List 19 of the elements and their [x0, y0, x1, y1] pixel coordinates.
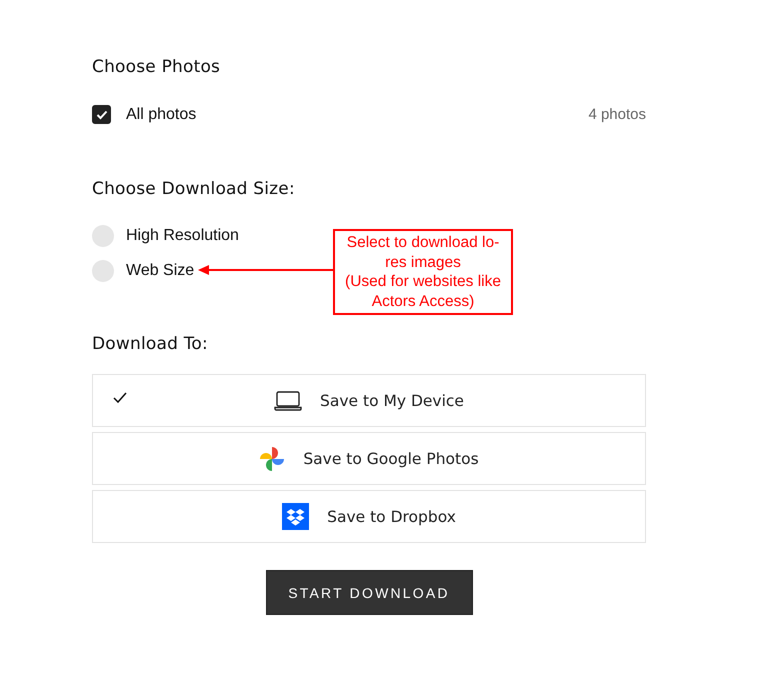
destination-option[interactable]: Save to My Device	[92, 374, 646, 427]
checkbox-label[interactable]: All photos	[126, 106, 196, 124]
radio-button[interactable]	[92, 260, 114, 282]
dropbox-icon	[282, 503, 310, 530]
radio-label[interactable]: Web Size	[126, 262, 194, 280]
section-heading: Download To:	[92, 334, 208, 354]
radio-button[interactable]	[92, 224, 114, 246]
radio-label[interactable]: High Resolution	[126, 226, 239, 244]
pinwheel-icon	[259, 446, 286, 472]
section-heading: Choose Download Size:	[92, 179, 295, 199]
annotation-note: Select to download lo- res images (Used for websites like Actors Access)	[333, 229, 513, 315]
destination-option[interactable]: Save to Google Photos	[92, 432, 646, 485]
photo-count: 4 photos	[588, 106, 646, 123]
start-download-button[interactable]: START DOWNLOAD	[266, 570, 472, 615]
checkbox[interactable]	[92, 105, 111, 124]
section-heading: Choose Photos	[92, 57, 220, 77]
destination-option[interactable]: Save to Dropbox	[92, 490, 646, 543]
laptop-icon	[274, 390, 302, 410]
checkmark-icon	[96, 110, 108, 120]
